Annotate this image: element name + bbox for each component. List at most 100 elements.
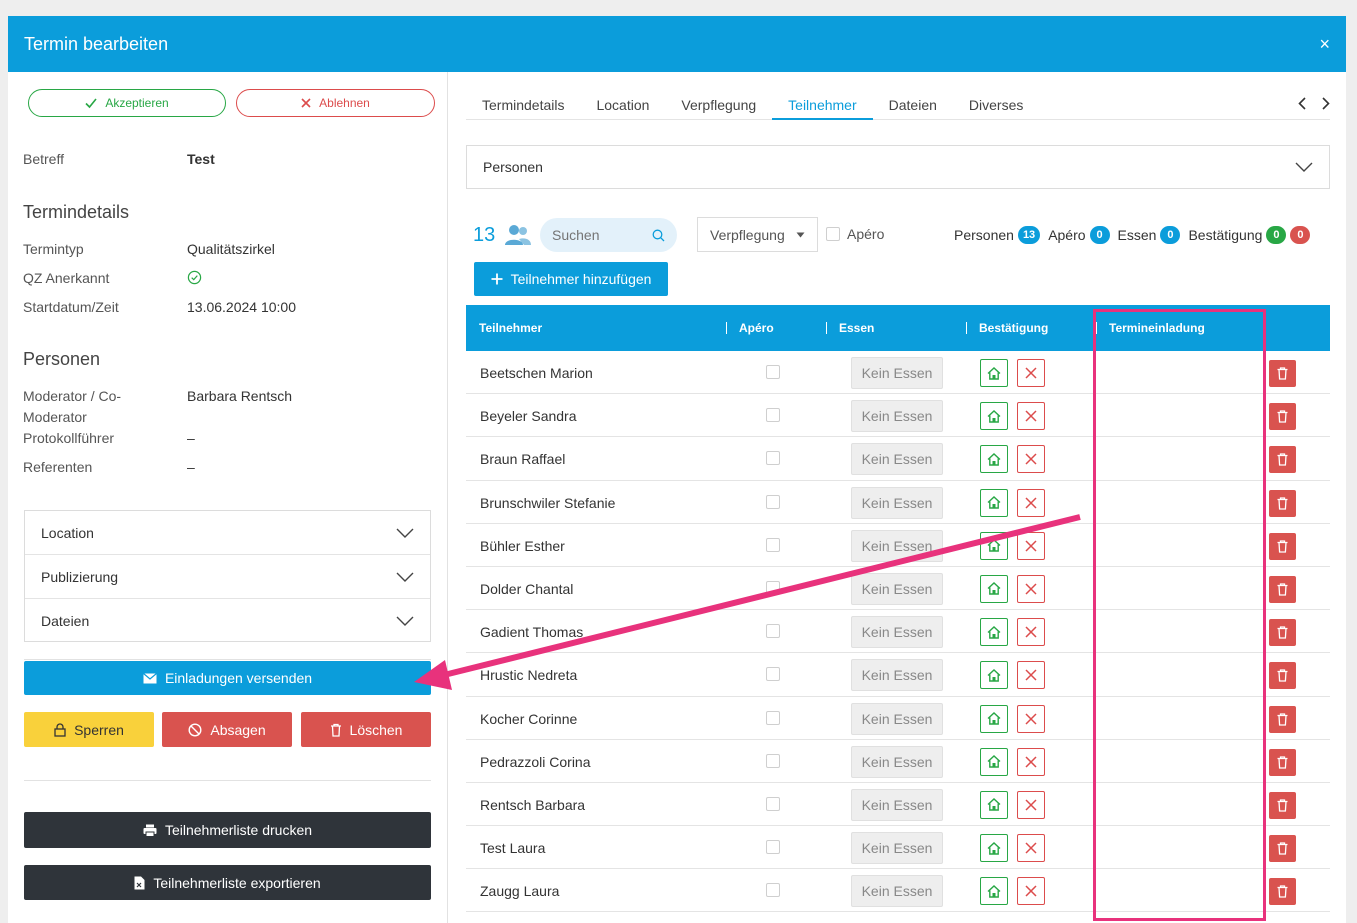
header-termineinladung: Termineinladung [1109, 321, 1205, 335]
decline-button[interactable] [1017, 790, 1045, 819]
chevron-down-icon [1295, 162, 1313, 172]
send-invitations-button[interactable]: Einladungen versenden [24, 661, 431, 695]
confirm-button[interactable] [980, 359, 1008, 387]
apero-checkbox[interactable] [766, 580, 780, 595]
tab-teilnehmer[interactable]: Teilnehmer [772, 82, 873, 120]
apero-checkbox[interactable] [766, 408, 780, 423]
tab-dateien[interactable]: Dateien [873, 82, 953, 120]
apero-filter[interactable]: Apéro [826, 226, 884, 242]
apero-badge: 0 [1089, 226, 1110, 244]
confirm-button[interactable] [980, 445, 1008, 474]
confirm-button[interactable] [980, 531, 1008, 560]
kein-essen-button[interactable]: Kein Essen [851, 702, 943, 735]
kein-essen-button[interactable]: Kein Essen [851, 616, 943, 649]
search-box[interactable] [540, 218, 677, 252]
apero-checkbox[interactable] [766, 365, 780, 379]
remove-participant-button[interactable] [1269, 619, 1296, 647]
remove-participant-button[interactable] [1269, 489, 1296, 517]
accordion-dateien[interactable]: Dateien [25, 599, 430, 643]
kein-essen-button[interactable]: Kein Essen [851, 443, 943, 476]
verpflegung-select[interactable]: Verpflegung [697, 217, 818, 252]
x-icon [1025, 497, 1037, 509]
confirm-button[interactable] [980, 790, 1008, 819]
confirm-button[interactable] [980, 834, 1008, 863]
remove-participant-button[interactable] [1269, 705, 1296, 733]
confirm-button[interactable] [980, 488, 1008, 517]
close-icon[interactable]: × [1319, 34, 1330, 55]
decline-button[interactable] [1017, 834, 1045, 863]
kein-essen-button[interactable]: Kein Essen [851, 832, 943, 865]
tab-diverses[interactable]: Diverses [953, 82, 1039, 120]
apero-checkbox[interactable] [766, 883, 780, 898]
remove-participant-button[interactable] [1269, 748, 1296, 776]
export-list-button[interactable]: Teilnehmerliste exportieren [24, 865, 431, 900]
decline-button[interactable] [1017, 402, 1045, 431]
apero-checkbox[interactable] [766, 710, 780, 725]
trash-icon [1277, 756, 1288, 769]
apero-checkbox[interactable] [766, 667, 780, 682]
printer-icon [143, 824, 157, 837]
remove-participant-button[interactable] [1269, 575, 1296, 603]
tab-termindetails[interactable]: Termindetails [466, 82, 580, 120]
print-list-button[interactable]: Teilnehmerliste drucken [24, 812, 431, 848]
confirm-button[interactable] [980, 661, 1008, 690]
kein-essen-button[interactable]: Kein Essen [851, 788, 943, 821]
confirm-button[interactable] [980, 877, 1008, 906]
kein-essen-button[interactable]: Kein Essen [851, 572, 943, 605]
chevron-left-icon[interactable] [1298, 97, 1306, 110]
decline-button[interactable] [1017, 747, 1045, 776]
decline-button[interactable] [1017, 531, 1045, 560]
accordion-location[interactable]: Location [25, 511, 430, 555]
kein-essen-button[interactable]: Kein Essen [851, 875, 943, 908]
decline-button[interactable] [1017, 661, 1045, 690]
search-input[interactable] [552, 227, 642, 243]
kein-essen-button[interactable]: Kein Essen [851, 400, 943, 433]
decline-button[interactable] [1017, 704, 1045, 733]
bestaetigung-no-badge: 0 [1290, 226, 1311, 244]
personen-dropdown[interactable]: Personen [466, 145, 1330, 189]
remove-participant-button[interactable] [1269, 403, 1296, 431]
home-icon [987, 496, 1001, 509]
decline-button[interactable] [1017, 618, 1045, 647]
decline-button[interactable] [1017, 877, 1045, 906]
confirm-button[interactable] [980, 618, 1008, 647]
kein-essen-button[interactable]: Kein Essen [851, 486, 943, 519]
remove-participant-button[interactable] [1269, 662, 1296, 690]
decline-button[interactable] [1017, 359, 1045, 387]
apero-checkbox[interactable] [826, 227, 840, 241]
apero-checkbox[interactable] [766, 624, 780, 639]
add-participant-button[interactable]: Teilnehmer hinzufügen [474, 262, 668, 296]
remove-participant-button[interactable] [1269, 791, 1296, 819]
apero-checkbox[interactable] [766, 753, 780, 768]
accept-button[interactable]: Akzeptieren [28, 89, 226, 117]
remove-participant-button[interactable] [1269, 878, 1296, 906]
delete-button[interactable]: Löschen [301, 712, 431, 747]
reject-button[interactable]: Ablehnen [236, 89, 435, 117]
confirm-button[interactable] [980, 747, 1008, 776]
tab-verpflegung[interactable]: Verpflegung [665, 82, 772, 120]
kein-essen-button[interactable]: Kein Essen [851, 529, 943, 562]
remove-participant-button[interactable] [1269, 835, 1296, 863]
confirm-button[interactable] [980, 402, 1008, 431]
decline-button[interactable] [1017, 488, 1045, 517]
lock-button[interactable]: Sperren [24, 712, 154, 747]
apero-checkbox[interactable] [766, 494, 780, 509]
tab-location[interactable]: Location [580, 82, 665, 120]
apero-checkbox[interactable] [766, 840, 780, 855]
confirm-button[interactable] [980, 574, 1008, 603]
kein-essen-button[interactable]: Kein Essen [851, 357, 943, 389]
accordion-publizierung[interactable]: Publizierung [25, 555, 430, 599]
decline-button[interactable] [1017, 445, 1045, 474]
remove-participant-button[interactable] [1269, 532, 1296, 560]
remove-participant-button[interactable] [1269, 446, 1296, 474]
confirm-button[interactable] [980, 704, 1008, 733]
apero-checkbox[interactable] [766, 537, 780, 552]
kein-essen-button[interactable]: Kein Essen [851, 659, 943, 692]
kein-essen-button[interactable]: Kein Essen [851, 745, 943, 778]
apero-checkbox[interactable] [766, 796, 780, 811]
remove-participant-button[interactable] [1269, 360, 1296, 387]
chevron-right-icon[interactable] [1322, 97, 1330, 110]
decline-button[interactable] [1017, 574, 1045, 603]
cancel-appointment-button[interactable]: Absagen [162, 712, 292, 747]
apero-checkbox[interactable] [766, 451, 780, 466]
